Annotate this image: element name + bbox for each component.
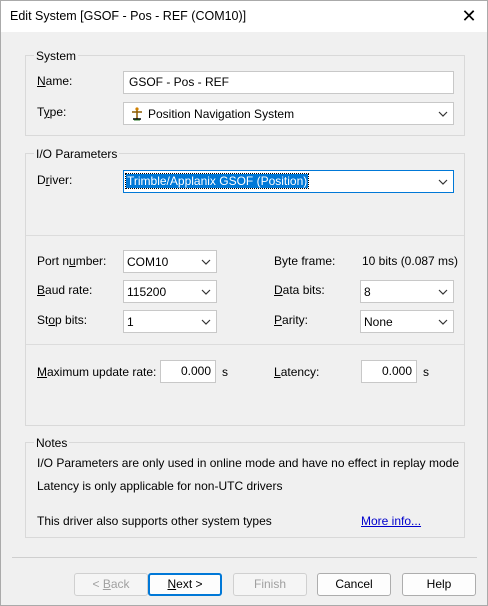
title-bar: Edit System [GSOF - Pos - REF (COM10)] ✕ <box>1 1 487 32</box>
stop-bits-select[interactable]: 1 <box>123 310 217 333</box>
port-number-label: Port number: <box>37 254 107 268</box>
notes-group-label: Notes <box>34 436 70 450</box>
system-group-label: System <box>34 49 79 63</box>
latency-field[interactable]: 0.000 <box>361 360 417 383</box>
type-select[interactable]: Position Navigation System <box>123 102 454 125</box>
dialog-title: Edit System [GSOF - Pos - REF (COM10)] <box>10 9 247 23</box>
max-update-rate-field[interactable]: 0.000 <box>160 360 216 383</box>
baud-rate-label: Baud rate: <box>37 283 93 297</box>
data-bits-select[interactable]: 8 <box>360 280 454 303</box>
driver-select[interactable]: Trimble/Applanix GSOF (Position) <box>123 170 454 193</box>
parity-select[interactable]: None <box>360 310 454 333</box>
note-line-2: Latency is only applicable for non-UTC d… <box>37 479 283 493</box>
io-group-label: I/O Parameters <box>34 147 120 161</box>
note-line-1: I/O Parameters are only used in online m… <box>37 456 460 470</box>
io-separator-2 <box>26 344 464 345</box>
more-info-link[interactable]: More info... <box>361 514 421 528</box>
edit-system-dialog: Edit System [GSOF - Pos - REF (COM10)] ✕… <box>0 0 488 606</box>
baud-rate-select[interactable]: 115200 <box>123 280 217 303</box>
latency-unit: s <box>423 365 429 379</box>
chevron-down-icon <box>200 315 212 329</box>
chevron-down-icon <box>437 285 449 299</box>
max-update-rate-unit: s <box>222 365 228 379</box>
max-update-rate-label: Maximum update rate: <box>37 365 157 379</box>
chevron-down-icon <box>200 255 212 269</box>
data-bits-label: Data bits: <box>274 283 325 297</box>
type-label: Type: <box>37 105 67 119</box>
driver-label: Driver: <box>37 173 73 187</box>
help-button[interactable]: Help <box>402 573 476 596</box>
close-icon[interactable]: ✕ <box>457 5 481 27</box>
cancel-button[interactable]: Cancel <box>317 573 391 596</box>
note-line-3: This driver also supports other system t… <box>37 514 272 528</box>
chevron-down-icon <box>200 285 212 299</box>
name-field[interactable]: GSOF - Pos - REF <box>123 71 454 94</box>
io-separator <box>26 235 464 236</box>
name-label: Name: <box>37 74 73 88</box>
latency-label: Latency: <box>274 365 320 379</box>
back-button[interactable]: < Back <box>74 573 148 596</box>
type-value: Position Navigation System <box>148 107 295 121</box>
driver-value: Trimble/Applanix GSOF (Position) <box>124 173 310 189</box>
antenna-icon <box>129 106 145 122</box>
chevron-down-icon <box>437 315 449 329</box>
next-button[interactable]: Next > <box>148 573 222 596</box>
port-number-select[interactable]: COM10 <box>123 250 217 273</box>
chevron-down-icon <box>437 175 449 189</box>
finish-button[interactable]: Finish <box>233 573 307 596</box>
parity-label: Parity: <box>274 313 309 327</box>
chevron-down-icon <box>437 107 449 121</box>
stop-bits-label: Stop bits: <box>37 313 88 327</box>
footer-separator <box>12 557 477 558</box>
byte-frame-label: Byte frame: <box>274 254 336 268</box>
byte-frame-value: 10 bits (0.087 ms) <box>362 254 459 268</box>
